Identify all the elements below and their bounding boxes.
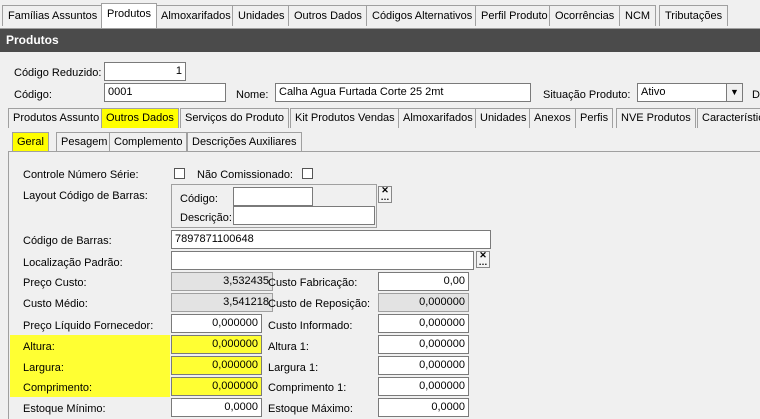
tab-pesagem[interactable]: Pesagem [56,132,113,151]
preco-custo-field: 3,532435 [171,272,273,291]
controle-numero-serie-checkbox[interactable] [174,168,185,179]
tab-produtos-assunto[interactable]: Produtos Assunto [8,108,105,128]
tab-anexos[interactable]: Anexos [529,108,576,128]
comprimento-label: Comprimento: [23,382,93,394]
layout-descricao-label: Descrição: [180,212,232,224]
altura-1-label: Altura 1: [268,341,309,353]
preco-liquido-fornecedor-label: Preço Líquido Fornecedor: [23,320,154,332]
layout-codigo-field[interactable] [233,187,313,206]
truncated-label: D [752,89,760,101]
nome-label: Nome: [236,89,269,101]
tab-unidades-sub[interactable]: Unidades [475,108,532,128]
localizacao-padrao-label: Localização Padrão: [23,257,123,269]
top-tab-bar: Famílias Assuntos Produtos Almoxarifados… [0,0,760,29]
situacao-produto-select[interactable]: Ativo [637,83,727,102]
controle-numero-serie-label: Controle Número Série: [23,169,139,181]
tab-ncm[interactable]: NCM [619,5,657,26]
altura-label: Altura: [23,341,55,353]
tab-codigos-alternativos[interactable]: Códigos Alternativos [366,5,479,26]
codigo-reduzido-field[interactable]: 1 [104,62,186,81]
largura-field[interactable]: 0,000000 [171,356,262,375]
custo-fabricacao-field[interactable]: 0,00 [378,272,469,291]
codigo-field[interactable]: 0001 [104,83,226,102]
estoque-maximo-label: Estoque Máximo: [268,403,353,415]
tab-complemento[interactable]: Complemento [109,132,188,151]
custo-medio-field: 3,541218 [171,293,273,312]
tab-geral[interactable]: Geral [12,132,49,151]
close-icon[interactable]: ✕… [476,251,490,268]
codigo-label: Código: [14,89,52,101]
preco-liquido-fornecedor-field[interactable]: 0,000000 [171,314,262,333]
custo-informado-field[interactable]: 0,000000 [378,314,469,333]
situacao-produto-label: Situação Produto: [543,89,631,101]
tab-perfis[interactable]: Perfis [575,108,614,128]
tab-tributacoes[interactable]: Tributações [659,5,729,26]
estoque-minimo-label: Estoque Mínimo: [23,403,106,415]
largura-1-field[interactable]: 0,000000 [378,356,469,375]
tab-unidades[interactable]: Unidades [232,5,291,26]
custo-informado-label: Custo Informado: [268,320,353,332]
custo-fabricacao-label: Custo Fabricação: [268,277,358,289]
altura-field[interactable]: 0,000000 [171,335,262,354]
custo-reposicao-field: 0,000000 [378,293,469,312]
tab-servicos-produto[interactable]: Serviços do Produto [180,108,290,128]
altura-1-field[interactable]: 0,000000 [378,335,469,354]
nome-field[interactable]: Calha Agua Furtada Corte 25 2mt [275,83,531,102]
estoque-maximo-field[interactable]: 0,0000 [378,398,469,417]
custo-reposicao-label: Custo de Reposição: [268,298,371,310]
tab-ocorrencias[interactable]: Ocorrências [549,5,621,26]
close-icon[interactable]: ✕… [378,186,392,203]
tab-produtos[interactable]: Produtos [101,3,158,28]
comprimento-1-label: Comprimento 1: [268,382,347,394]
layout-codigo-barras-label: Layout Código de Barras: [23,190,148,202]
comprimento-field[interactable]: 0,000000 [171,377,262,396]
layout-codigo-label: Código: [180,193,218,205]
custo-medio-label: Custo Médio: [23,298,88,310]
layout-descricao-field[interactable] [233,206,375,225]
tab-caracteristicas[interactable]: Característic [697,108,760,128]
tab-almoxarifados[interactable]: Almoxarifados [155,5,237,26]
tab-nve-produtos[interactable]: NVE Produtos [616,108,696,128]
preco-custo-label: Preço Custo: [23,277,87,289]
nao-comissionado-label: Não Comissionado: [197,169,293,181]
chevron-down-icon[interactable]: ▼ [726,83,743,102]
codigo-barras-field[interactable]: 7897871100648 [171,230,491,249]
comprimento-1-field[interactable]: 0,000000 [378,377,469,396]
localizacao-padrao-field[interactable] [171,251,474,270]
largura-1-label: Largura 1: [268,362,319,374]
sub-tab-bar: Produtos Assunto Outros Dados Serviços d… [8,108,760,128]
largura-label: Largura: [23,362,64,374]
tab-perfil-produto[interactable]: Perfil Produto [475,5,554,26]
tab-outros-dados[interactable]: Outros Dados [288,5,368,26]
codigo-barras-label: Código de Barras: [23,235,112,247]
tab-almoxarifados-sub[interactable]: Almoxarifados [398,108,478,128]
tab-descricoes-auxiliares[interactable]: Descrições Auxiliares [187,132,302,151]
codigo-reduzido-label: Código Reduzido: [14,67,102,79]
page-title: Produtos [0,29,760,52]
estoque-minimo-field[interactable]: 0,0000 [171,398,262,417]
tab-kit-produtos-vendas[interactable]: Kit Produtos Vendas [290,108,400,128]
tab-outros-dados-sub[interactable]: Outros Dados [101,108,179,128]
nao-comissionado-checkbox[interactable] [302,168,313,179]
tab-familias-assuntos[interactable]: Famílias Assuntos [2,5,104,26]
